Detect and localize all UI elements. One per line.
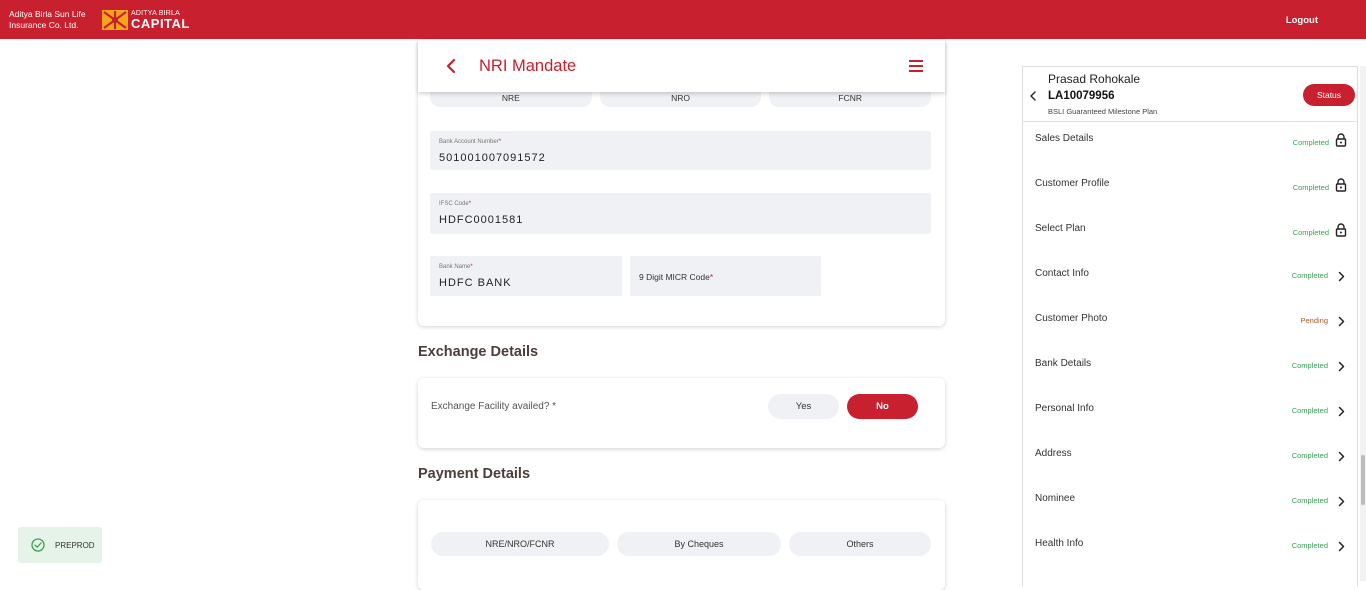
section-label: Customer Photo — [1035, 313, 1108, 324]
section-label: Sales Details — [1035, 133, 1094, 144]
section-label: Select Plan — [1035, 223, 1086, 234]
panel-header: Prasad Rohokale LA10079956 BSLI Guarante… — [1023, 67, 1357, 122]
section-item-address[interactable]: Address Completed — [1023, 431, 1357, 476]
status-button[interactable]: Status — [1303, 84, 1355, 106]
payment-option-nre-nro-fcnr[interactable]: NRE/NRO/FCNR — [431, 532, 609, 556]
chevron-right-icon — [1338, 494, 1345, 507]
exchange-details-card: Exchange Facility availed? * Yes No — [418, 378, 945, 448]
section-status: Completed — [1291, 496, 1328, 505]
exchange-yes-button[interactable]: Yes — [768, 394, 839, 419]
section-status: Pending — [1300, 316, 1328, 325]
section-status: Completed — [1291, 541, 1328, 550]
abc-logo-big: CAPITAL — [131, 16, 190, 31]
environment-label: PREPROD — [55, 540, 95, 550]
page-title: NRI Mandate — [479, 57, 577, 75]
section-status: Completed — [1292, 138, 1329, 147]
section-label: Health Info — [1035, 538, 1084, 549]
plan-name: BSLI Guaranteed Milestone Plan — [1048, 107, 1158, 116]
section-status: Completed — [1291, 406, 1328, 415]
section-item-select-plan[interactable]: Select Plan Completed — [1023, 206, 1357, 251]
chevron-right-icon — [1338, 539, 1345, 552]
absli-logo: Aditya Birla Sun Life Insurance Co. Ltd. — [9, 9, 99, 31]
section-list: Sales Details Completed Customer Profile… — [1023, 116, 1357, 566]
section-item-sales-details[interactable]: Sales Details Completed — [1023, 116, 1357, 161]
payment-details-title: Payment Details — [418, 466, 531, 482]
section-item-nominee[interactable]: Nominee Completed — [1023, 476, 1357, 521]
application-progress-panel: Prasad Rohokale LA10079956 BSLI Guarante… — [1022, 66, 1358, 586]
bank-name-label: Bank Name* — [439, 264, 473, 270]
exchange-details-title: Exchange Details — [418, 344, 539, 360]
chevron-right-icon — [1338, 314, 1345, 327]
micr-code-field[interactable]: 9 Digit MICR Code* — [630, 256, 821, 296]
abc-logo-text: ADITYA BIRLA CAPITAL — [131, 10, 190, 30]
section-item-customer-profile[interactable]: Customer Profile Completed — [1023, 161, 1357, 206]
bank-name-field[interactable]: Bank Name* HDFC BANK — [430, 256, 622, 296]
bank-account-number-field[interactable]: Bank Account Number* 501001007091572 — [430, 131, 931, 170]
section-status: Completed — [1292, 183, 1329, 192]
absli-logo-line2: Insurance Co. Ltd. — [9, 20, 79, 30]
lock-icon — [1335, 223, 1347, 237]
section-status: Completed — [1291, 271, 1328, 280]
section-item-contact-info[interactable]: Contact Info Completed — [1023, 251, 1357, 296]
section-label: Customer Profile — [1035, 178, 1110, 189]
section-item-personal-info[interactable]: Personal Info Completed — [1023, 386, 1357, 431]
chevron-right-icon — [1338, 404, 1345, 417]
section-item-health-info[interactable]: Health Info Completed — [1023, 521, 1357, 566]
chevron-right-icon — [1338, 359, 1345, 372]
application-id: LA10079956 — [1048, 90, 1115, 102]
ifsc-code-value: HDFC0001581 — [439, 214, 524, 226]
payment-details-card: NRE/NRO/FCNR By Cheques Others — [418, 500, 945, 590]
customer-name: Prasad Rohokale — [1048, 72, 1141, 86]
logout-link[interactable]: Logout — [1286, 15, 1318, 26]
top-header: Aditya Birla Sun Life Insurance Co. Ltd.… — [0, 0, 1366, 39]
payment-option-by-cheques[interactable]: By Cheques — [617, 532, 781, 556]
check-circle-icon — [31, 538, 45, 552]
section-label: Contact Info — [1035, 268, 1089, 279]
bank-account-number-value: 501001007091572 — [439, 152, 546, 164]
bank-account-number-label: Bank Account Number* — [439, 139, 502, 145]
section-label: Nominee — [1035, 493, 1076, 504]
sun-logo-icon — [102, 10, 128, 30]
exchange-facility-question: Exchange Facility availed? * — [431, 401, 557, 412]
environment-badge: PREPROD — [18, 527, 102, 563]
back-arrow-icon[interactable] — [444, 58, 458, 74]
exchange-no-button[interactable]: No — [847, 394, 918, 419]
lock-icon — [1335, 133, 1347, 147]
section-status: Completed — [1292, 228, 1329, 237]
hamburger-menu-icon[interactable] — [909, 60, 923, 72]
aditya-birla-capital-logo: ADITYA BIRLA CAPITAL — [102, 10, 190, 30]
section-label: Bank Details — [1035, 358, 1092, 369]
nri-mandate-header: NRI Mandate — [418, 40, 945, 92]
chevron-right-icon — [1338, 269, 1345, 282]
section-item-customer-photo[interactable]: Customer Photo Pending — [1023, 296, 1357, 341]
panel-scrollbar-thumb[interactable] — [1361, 455, 1365, 505]
absli-logo-line1: Aditya Birla Sun Life — [9, 9, 86, 19]
section-item-bank-details[interactable]: Bank Details Completed — [1023, 341, 1357, 386]
chevron-right-icon — [1338, 449, 1345, 462]
micr-code-placeholder: 9 Digit MICR Code* — [639, 272, 714, 282]
section-status: Completed — [1291, 361, 1328, 370]
bank-name-value: HDFC BANK — [439, 277, 512, 289]
collapse-chevron-left-icon[interactable] — [1028, 89, 1038, 101]
lock-icon — [1335, 178, 1347, 192]
section-label: Address — [1035, 448, 1072, 459]
section-label: Personal Info — [1035, 403, 1094, 414]
ifsc-code-label: IFSC Code* — [439, 201, 472, 207]
section-status: Completed — [1291, 451, 1328, 460]
ifsc-code-field[interactable]: IFSC Code* HDFC0001581 — [430, 193, 931, 234]
payment-option-others[interactable]: Others — [789, 532, 931, 556]
